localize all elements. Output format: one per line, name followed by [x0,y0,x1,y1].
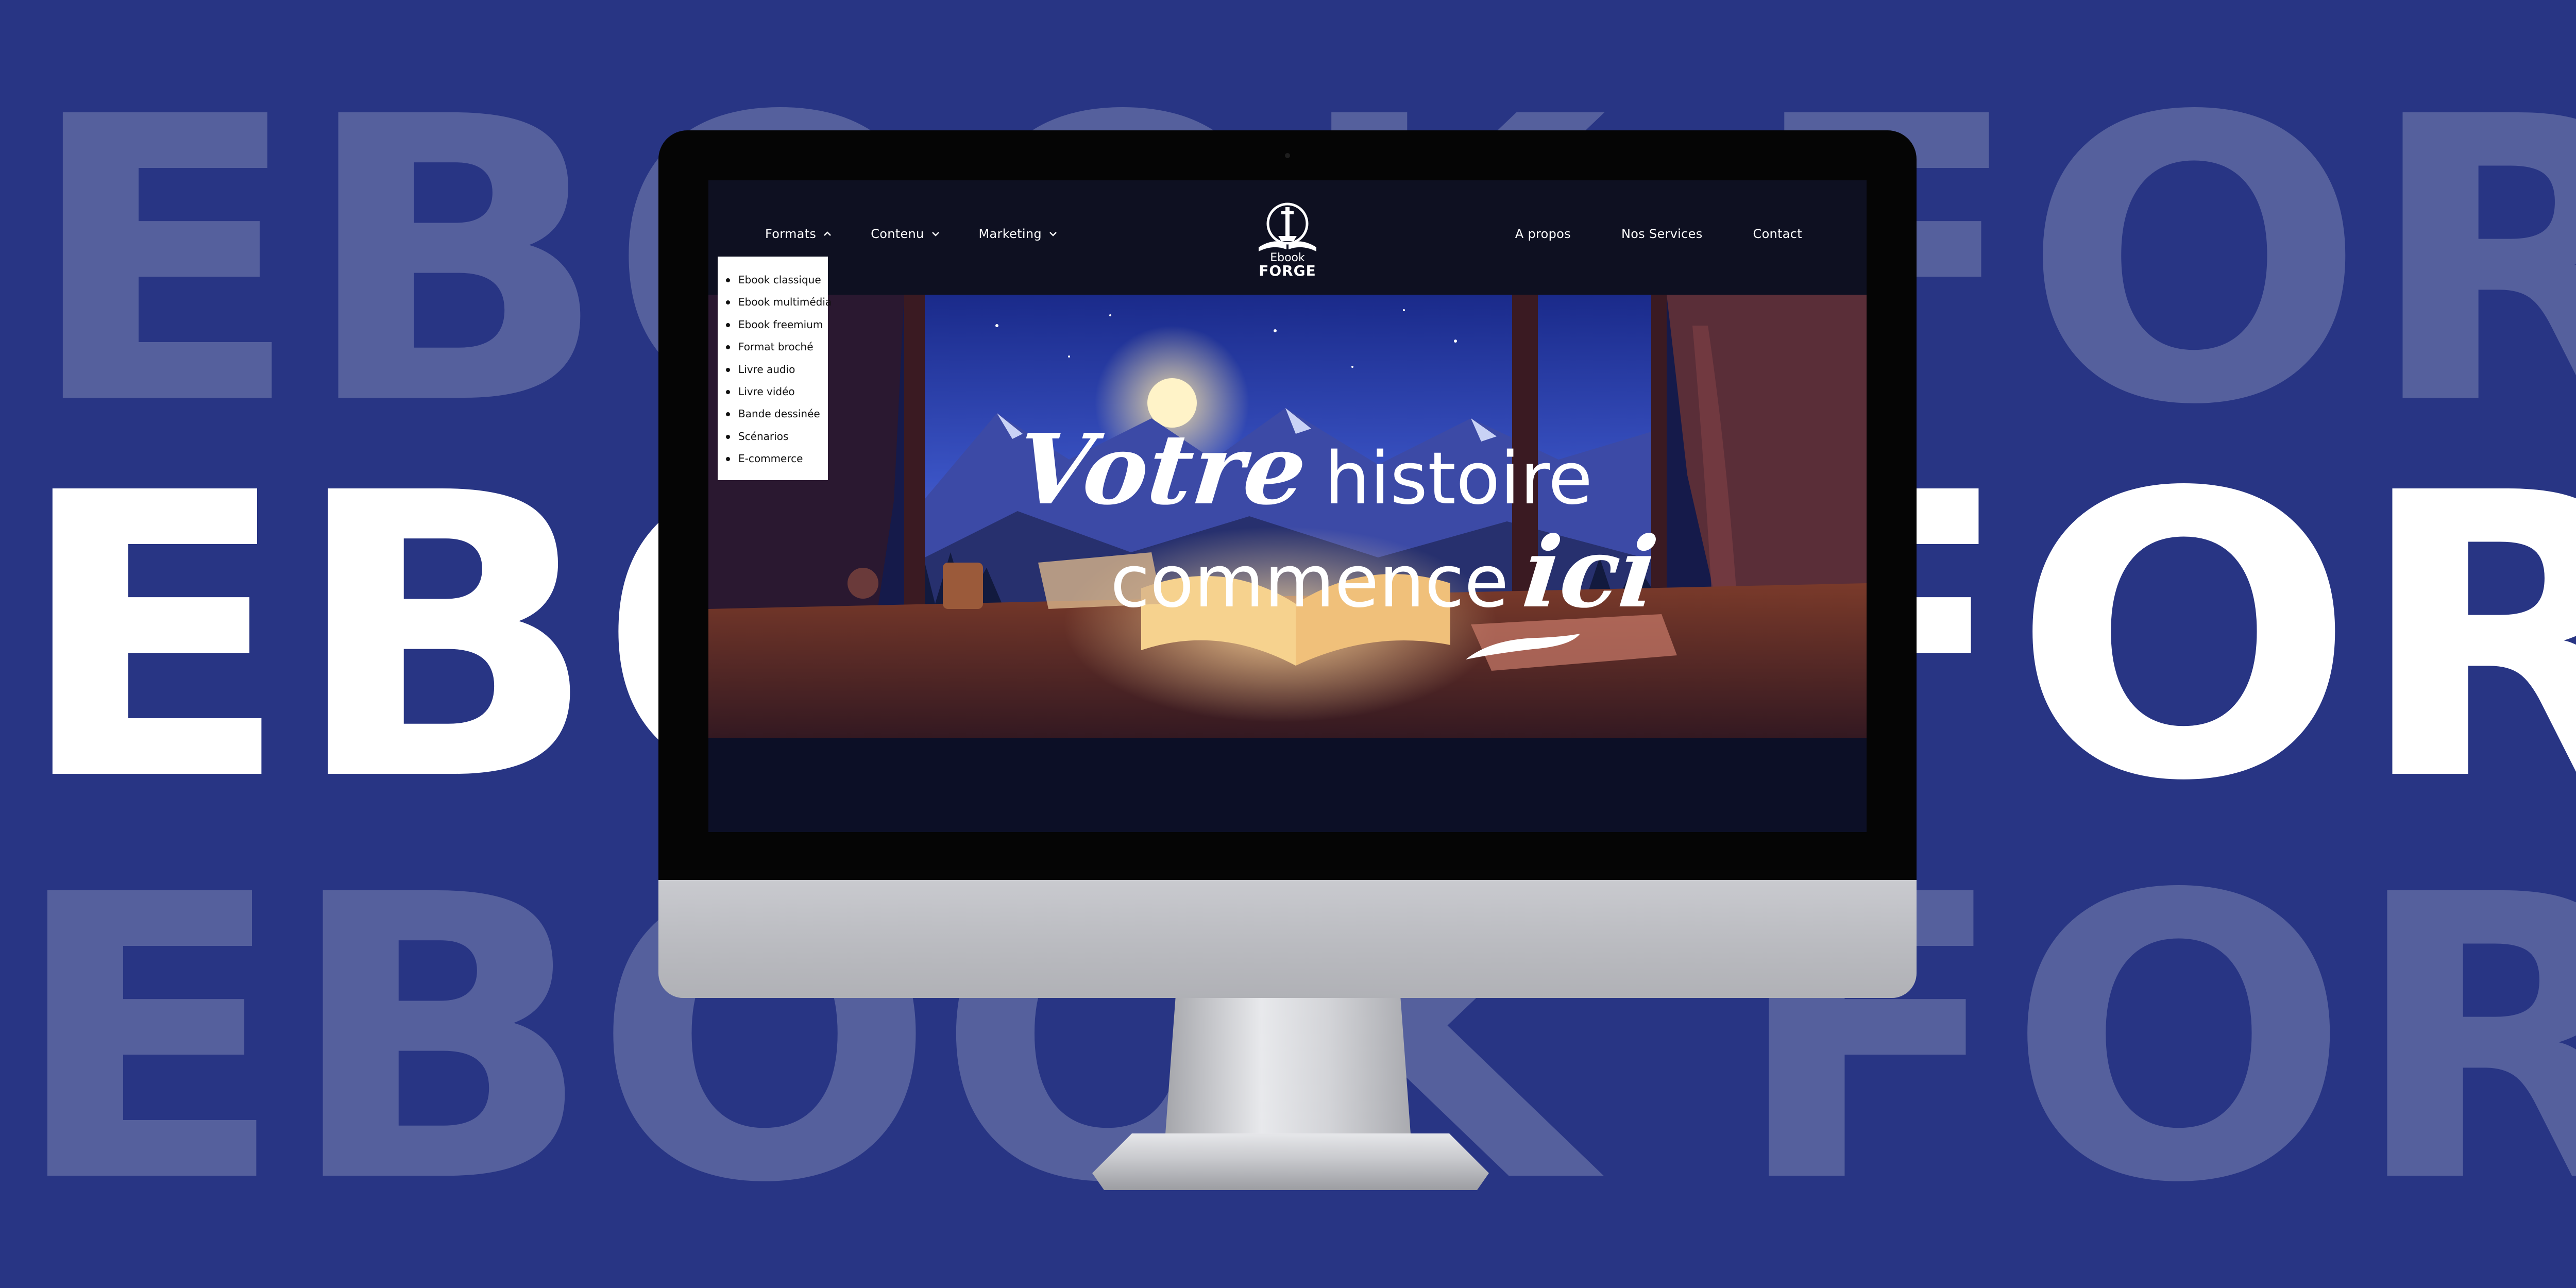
chevron-up-icon [822,229,833,239]
nav-item-formats-label: Formats [765,227,817,241]
formats-dropdown-menu: Ebook classique Ebook multimédia Ebook f… [718,257,832,480]
monitor-stand-base [1092,1133,1489,1190]
logo-text-forge: FORGE [1259,262,1316,279]
monitor-chin [658,880,1917,998]
nav-item-formats[interactable]: Formats [765,227,833,241]
book-anvil-logo-icon [1259,202,1316,251]
camera-icon [1285,153,1290,158]
nav-item-marketing-label: Marketing [978,227,1042,241]
hero-headline-line2: commence ici [1110,516,1663,630]
nav-right-menu: A propos Nos Services Contact [1515,227,1802,241]
dropdown-item-e-commerce[interactable]: E-commerce [723,448,828,470]
hero-headline-line1: Votre histoire [1011,413,1593,527]
hero-word-votre: Votre [1011,413,1312,527]
nav-link-a-propos[interactable]: A propos [1515,227,1571,241]
dropdown-item-ebook-classique[interactable]: Ebook classique [723,269,828,291]
chevron-down-icon [1048,229,1058,239]
hero-section: Votre histoire commence ici [708,295,1867,832]
nav-item-marketing[interactable]: Marketing [979,227,1058,241]
dropdown-item-scenarios[interactable]: Scénarios [723,426,828,448]
dropdown-item-bande-dessinee[interactable]: Bande dessinée [723,403,828,425]
hero-word-histoire: histoire [1324,437,1593,521]
website-screen: Formats Contenu Marketing Ebook FORGE A … [708,180,1867,832]
chevron-down-icon [930,229,941,239]
brush-stroke-underline [1466,634,1580,659]
nav-item-contenu-label: Contenu [871,227,924,241]
nav-item-contenu[interactable]: Contenu [871,227,940,241]
nav-link-nos-services[interactable]: Nos Services [1621,227,1703,241]
monitor-stand-neck [1164,998,1412,1142]
hero-word-commence: commence [1110,540,1509,624]
dropdown-item-ebook-freemium[interactable]: Ebook freemium [723,314,828,336]
dropdown-item-ebook-multimedia[interactable]: Ebook multimédia [723,291,832,313]
hero-word-ici: ici [1518,516,1663,630]
site-logo[interactable]: Ebook FORGE [1251,200,1324,282]
dropdown-item-format-broche[interactable]: Format broché [723,336,828,358]
nav-left-menu: Formats Contenu Marketing [765,227,1058,241]
nav-link-contact[interactable]: Contact [1753,227,1802,241]
dropdown-item-livre-audio[interactable]: Livre audio [723,359,828,381]
dropdown-item-livre-video[interactable]: Livre vidéo [723,381,828,403]
site-navbar: Formats Contenu Marketing Ebook FORGE A … [708,180,1867,295]
